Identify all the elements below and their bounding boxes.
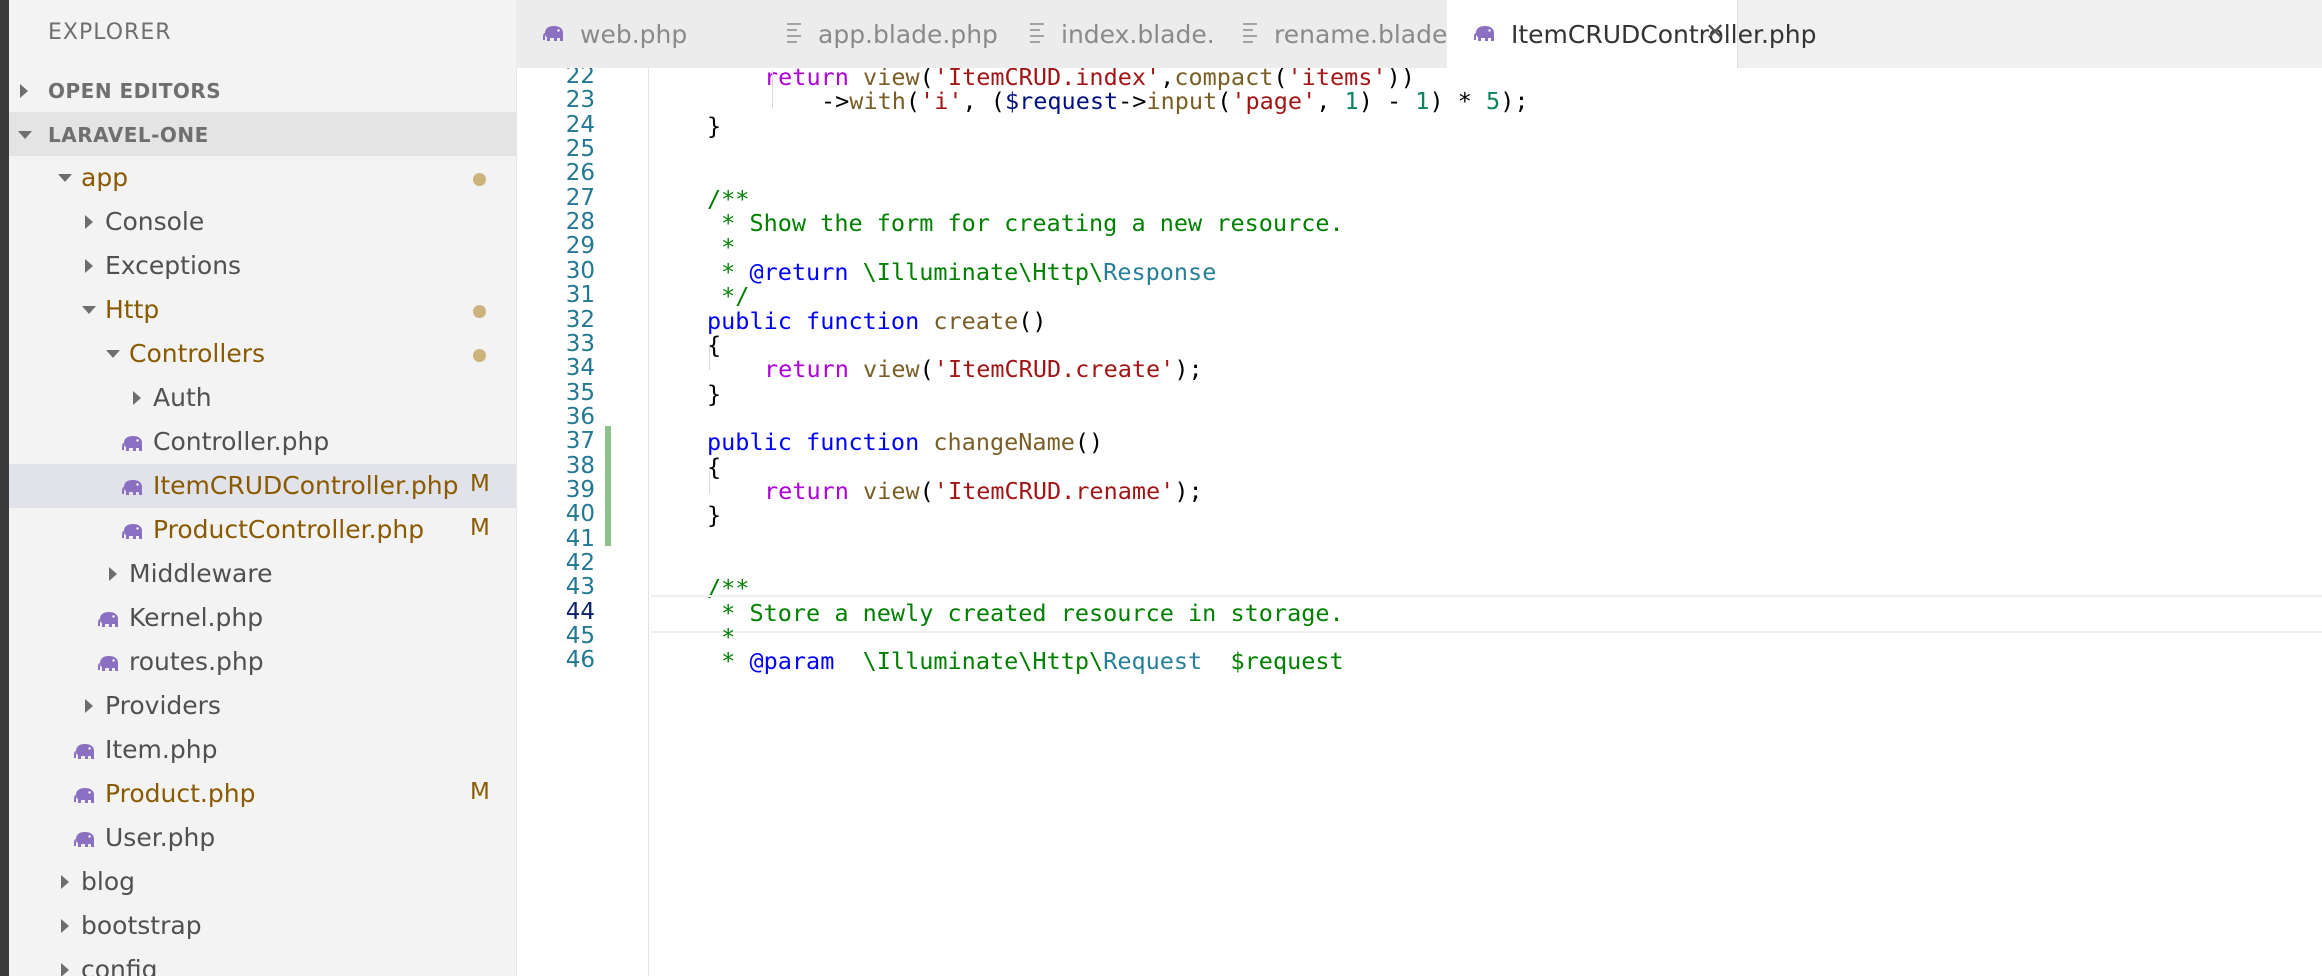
modified-badge: M — [470, 515, 490, 541]
tab-label: ItemCRUDController.php — [1511, 20, 1817, 49]
tab-rename-blade-php[interactable]: rename.blade.php — [1213, 0, 1503, 68]
explorer-title: EXPLORER — [48, 20, 172, 45]
indent-guide — [709, 470, 710, 494]
file-lines-icon — [787, 23, 801, 43]
tree-item-console[interactable]: Console — [9, 200, 516, 244]
code-editor[interactable]: 22 return view('ItemCRUD.index',compact('… — [516, 68, 2322, 976]
php-elephant-icon — [1473, 24, 1497, 44]
php-elephant-icon — [542, 24, 566, 44]
tree-item-middleware[interactable]: Middleware — [9, 552, 516, 596]
tab-app-blade-php[interactable]: app.blade.php — [757, 0, 1001, 68]
php-elephant-icon — [73, 739, 97, 759]
modified-dot-icon — [473, 349, 486, 362]
modified-dot-icon — [473, 173, 486, 186]
file-lines-icon — [1030, 23, 1044, 43]
chevron-down-icon — [58, 174, 72, 182]
tree-item-label: Kernel.php — [129, 603, 264, 632]
indent-guide — [709, 346, 710, 370]
chevron-right-icon — [85, 215, 93, 229]
chevron-right-icon — [61, 919, 69, 933]
tree-item-label: Product.php — [105, 779, 256, 808]
tree-item-label: bootstrap — [81, 911, 202, 940]
tree-item-kernel-php[interactable]: Kernel.php — [9, 596, 516, 640]
tree-item-label: config — [81, 955, 158, 976]
open-editors-label: OPEN EDITORS — [48, 79, 222, 103]
modified-badge: M — [470, 779, 490, 805]
tree-item-label: Auth — [153, 383, 212, 412]
chevron-right-icon — [61, 963, 69, 976]
tree-item-label: routes.php — [129, 647, 264, 676]
tree-item-itemcrudcontroller-php[interactable]: ItemCRUDController.php M — [9, 464, 516, 508]
php-elephant-icon — [97, 651, 121, 671]
php-elephant-icon — [73, 783, 97, 803]
tree-item-label: ProductController.php — [153, 515, 425, 544]
tree-item-label: Middleware — [129, 559, 273, 588]
explorer-sidebar: EXPLORER OPEN EDITORS LARAVEL-ONE app Con… — [9, 0, 516, 976]
tree-item-auth[interactable]: Auth — [9, 376, 516, 420]
tree-item-label: Item.php — [105, 735, 218, 764]
project-label: LARAVEL-ONE — [48, 123, 209, 147]
line-number: 46 — [565, 647, 595, 674]
chevron-right-icon — [133, 391, 141, 405]
tab-web-php[interactable]: web.php — [516, 0, 758, 68]
chevron-right-icon — [85, 699, 93, 713]
project-section-header[interactable]: LARAVEL-ONE — [9, 112, 516, 156]
chevron-right-icon — [61, 875, 69, 889]
php-elephant-icon — [97, 607, 121, 627]
tree-item-controller-php[interactable]: Controller.php — [9, 420, 516, 464]
tree-item-label: Http — [105, 295, 160, 324]
editor-border — [516, 68, 517, 976]
tab-itemcrudcontroller-php[interactable]: ItemCRUDController.php ✕ — [1447, 0, 1817, 68]
tree-item-label: Console — [105, 207, 205, 236]
tree-item-bootstrap[interactable]: bootstrap — [9, 904, 516, 948]
tree-item-config[interactable]: config — [9, 948, 516, 976]
chevron-down-icon — [82, 306, 96, 314]
tree-item-controllers[interactable]: Controllers — [9, 332, 516, 376]
code-text: * @param \Illuminate\Http\Request $reque… — [707, 647, 1344, 676]
tree-item-label: ItemCRUDController.php — [153, 471, 459, 500]
indent-guide — [772, 70, 773, 108]
php-elephant-icon — [73, 827, 97, 847]
tree-item-productcontroller-php[interactable]: ProductController.php M — [9, 508, 516, 552]
gutter-separator — [648, 68, 649, 976]
tree-item-label: Controllers — [129, 339, 265, 368]
tree-item-http[interactable]: Http — [9, 288, 516, 332]
tab-label: web.php — [580, 20, 688, 49]
tab-index-blade-php[interactable]: index.blade.php — [1000, 0, 1262, 68]
chevron-right-icon — [109, 567, 117, 581]
close-tab-icon[interactable]: ✕ — [1705, 18, 1725, 46]
editor-tab-bar: web.php app.blade.php index.blade.php renam… — [516, 0, 2322, 68]
tree-item-product-php[interactable]: Product.php M — [9, 772, 516, 816]
tree-item-providers[interactable]: Providers — [9, 684, 516, 728]
open-editors-section-header[interactable]: OPEN EDITORS — [9, 68, 516, 112]
tree-item-label: blog — [81, 867, 135, 896]
chevron-down-icon — [106, 350, 120, 358]
file-lines-icon — [1243, 23, 1257, 43]
php-elephant-icon — [121, 519, 145, 539]
php-elephant-icon — [121, 431, 145, 451]
tree-item-label: User.php — [105, 823, 216, 852]
code-line[interactable]: 46 * @param \Illuminate\Http\Request $re… — [516, 643, 2322, 679]
php-elephant-icon — [121, 475, 145, 495]
tree-item-item-php[interactable]: Item.php — [9, 728, 516, 772]
modified-badge: M — [470, 471, 490, 497]
tree-item-label: Controller.php — [153, 427, 330, 456]
tree-item-label: Providers — [105, 691, 221, 720]
vscode-window: EXPLORER OPEN EDITORS LARAVEL-ONE app Con… — [0, 0, 2322, 976]
tree-item-blog[interactable]: blog — [9, 860, 516, 904]
tree-item-app[interactable]: app — [9, 156, 516, 200]
activity-bar-edge — [0, 0, 9, 976]
modified-dot-icon — [473, 305, 486, 318]
tree-item-user-php[interactable]: User.php — [9, 816, 516, 860]
tab-label: app.blade.php — [818, 20, 998, 49]
tree-item-routes-php[interactable]: routes.php — [9, 640, 516, 684]
tree-item-label: app — [81, 163, 129, 192]
chevron-right-icon — [85, 259, 93, 273]
tree-item-exceptions[interactable]: Exceptions — [9, 244, 516, 288]
tree-item-label: Exceptions — [105, 251, 242, 280]
added-lines-gutter-marker — [605, 426, 611, 546]
